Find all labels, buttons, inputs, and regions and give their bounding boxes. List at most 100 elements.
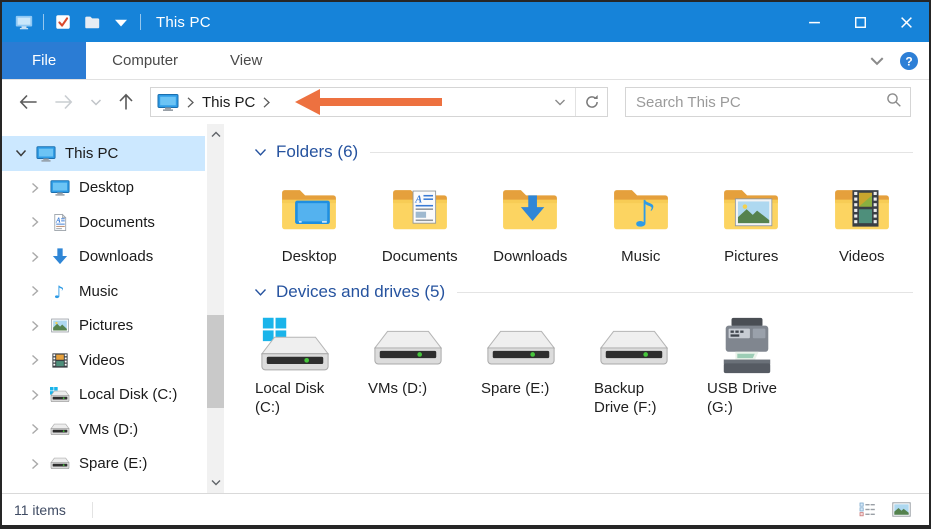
scroll-down-icon[interactable] xyxy=(207,474,224,491)
folder-downloads-icon xyxy=(492,174,568,244)
file-tile-documents[interactable]: ADocuments xyxy=(365,174,476,266)
separator xyxy=(140,14,141,30)
close-button[interactable] xyxy=(883,2,929,42)
window-controls xyxy=(791,2,929,42)
item-count: 11 items xyxy=(14,502,66,518)
help-icon[interactable]: ? xyxy=(899,51,919,71)
tab-computer[interactable]: Computer xyxy=(86,42,204,79)
file-tile-usb-drive-g[interactable]: USB Drive (G:) xyxy=(706,314,819,417)
chevron-collapsed-icon[interactable] xyxy=(28,181,42,195)
file-tile-pictures[interactable]: Pictures xyxy=(696,174,807,266)
file-tile-spare-e[interactable]: Spare (E:) xyxy=(480,314,593,417)
folder-icon[interactable] xyxy=(82,12,102,32)
scroll-up-icon[interactable] xyxy=(207,126,224,143)
sidebar-item-label: Pictures xyxy=(79,317,133,334)
status-bar: 11 items xyxy=(2,493,929,525)
thumbnails-view-icon[interactable] xyxy=(891,502,911,518)
desktop-icon xyxy=(49,178,71,198)
breadcrumb-chevron-icon[interactable] xyxy=(262,96,271,109)
sidebar-item-downloads[interactable]: Downloads xyxy=(2,240,205,275)
tile-label: Downloads xyxy=(493,247,567,266)
sidebar-item-this-pc[interactable]: This PC xyxy=(2,136,205,171)
chevron-collapsed-icon[interactable] xyxy=(28,422,42,436)
tile-label: Music xyxy=(621,247,660,266)
scrollbar-thumb[interactable] xyxy=(207,315,224,408)
back-arrow-icon[interactable] xyxy=(18,94,38,110)
sidebar-scrollbar[interactable] xyxy=(207,124,224,493)
system-drive-icon xyxy=(254,314,334,376)
sidebar-item-spare-e[interactable]: Spare (E:) xyxy=(2,447,205,482)
chevron-down-icon[interactable] xyxy=(90,98,102,107)
chevron-collapsed-icon[interactable] xyxy=(28,319,42,333)
drive-icon xyxy=(49,454,71,474)
chevron-collapsed-icon[interactable] xyxy=(28,215,42,229)
drive-icon xyxy=(593,314,673,376)
separator xyxy=(92,502,93,518)
chevron-down-icon[interactable] xyxy=(867,51,887,71)
drive-icon xyxy=(480,314,560,376)
chevron-collapsed-icon[interactable] xyxy=(28,457,42,471)
file-tile-desktop[interactable]: Desktop xyxy=(254,174,365,266)
computer-icon xyxy=(14,12,34,32)
group-header-devices-and-drives-5[interactable]: Devices and drives (5) xyxy=(254,282,917,302)
details-view-icon[interactable] xyxy=(857,502,877,518)
sidebar-item-local-disk-c[interactable]: Local Disk (C:) xyxy=(2,378,205,413)
sidebar-item-desktop[interactable]: Desktop xyxy=(2,171,205,206)
address-bar-controls xyxy=(545,88,607,116)
video-icon xyxy=(49,350,71,370)
minimize-button[interactable] xyxy=(791,2,837,42)
file-tile-vms-d[interactable]: VMs (D:) xyxy=(367,314,480,417)
tab-view[interactable]: View xyxy=(204,42,288,79)
check-icon[interactable] xyxy=(53,12,73,32)
group-rule xyxy=(370,152,913,153)
group-header-folders-6[interactable]: Folders (6) xyxy=(254,142,917,162)
tile-label: Backup Drive (F:) xyxy=(594,379,680,417)
sidebar-item-music[interactable]: ♪Music xyxy=(2,274,205,309)
group-label: Devices and drives (5) xyxy=(276,282,445,302)
chevron-down-icon[interactable] xyxy=(111,12,131,32)
chevron-collapsed-icon[interactable] xyxy=(28,388,42,402)
chevron-collapsed-icon[interactable] xyxy=(28,353,42,367)
search-input[interactable] xyxy=(636,94,886,111)
chevron-down-icon[interactable] xyxy=(254,287,268,297)
sidebar-item-label: This PC xyxy=(65,145,118,162)
chevron-collapsed-icon[interactable] xyxy=(28,250,42,264)
view-switcher xyxy=(857,502,919,518)
refresh-icon[interactable] xyxy=(575,88,607,116)
file-tile-music[interactable]: ♪Music xyxy=(586,174,697,266)
file-tile-local-disk-c[interactable]: Local Disk (C:) xyxy=(254,314,367,417)
forward-arrow-icon[interactable] xyxy=(54,94,74,110)
chevron-expanded-icon[interactable] xyxy=(14,146,28,160)
usb-printer-drive-icon xyxy=(706,314,786,376)
tile-label: USB Drive (G:) xyxy=(707,379,793,417)
tiles-folders-6: DesktopADocuments Downloads ♪MusicPictures… xyxy=(254,174,917,266)
sidebar-item-label: Spare (E:) xyxy=(79,455,147,472)
breadcrumb-segment[interactable]: This PC xyxy=(202,94,255,111)
tile-label: Documents xyxy=(382,247,458,266)
sidebar-item-pictures[interactable]: Pictures xyxy=(2,309,205,344)
sidebar-item-vms-d[interactable]: VMs (D:) xyxy=(2,412,205,447)
tile-label: VMs (D:) xyxy=(368,379,427,398)
address-bar[interactable]: This PC xyxy=(150,87,608,117)
computer-icon xyxy=(157,92,179,112)
chevron-down-icon[interactable] xyxy=(254,147,268,157)
search-box[interactable] xyxy=(625,87,911,117)
sidebar-item-videos[interactable]: Videos xyxy=(2,343,205,378)
chevron-down-icon[interactable] xyxy=(545,88,575,116)
file-tile-downloads[interactable]: Downloads xyxy=(475,174,586,266)
chevron-collapsed-icon[interactable] xyxy=(28,284,42,298)
tab-file[interactable]: File xyxy=(2,42,86,79)
maximize-button[interactable] xyxy=(837,2,883,42)
file-tile-videos[interactable]: Videos xyxy=(807,174,918,266)
tiles-devices-and-drives-5: Local Disk (C:)VMs (D:) Spare (E:)Backup … xyxy=(254,314,917,417)
search-icon[interactable] xyxy=(886,92,902,113)
separator xyxy=(43,14,44,30)
sidebar-item-label: Music xyxy=(79,283,118,300)
sidebar-item-documents[interactable]: ADocuments xyxy=(2,205,205,240)
folder-desktop-icon xyxy=(271,174,347,244)
sidebar-item-label: Local Disk (C:) xyxy=(79,386,177,403)
file-tile-backup-drive-f[interactable]: Backup Drive (F:) xyxy=(593,314,706,417)
up-arrow-icon[interactable] xyxy=(118,93,134,111)
window-title: This PC xyxy=(156,14,211,31)
folder-videos-icon xyxy=(824,174,900,244)
